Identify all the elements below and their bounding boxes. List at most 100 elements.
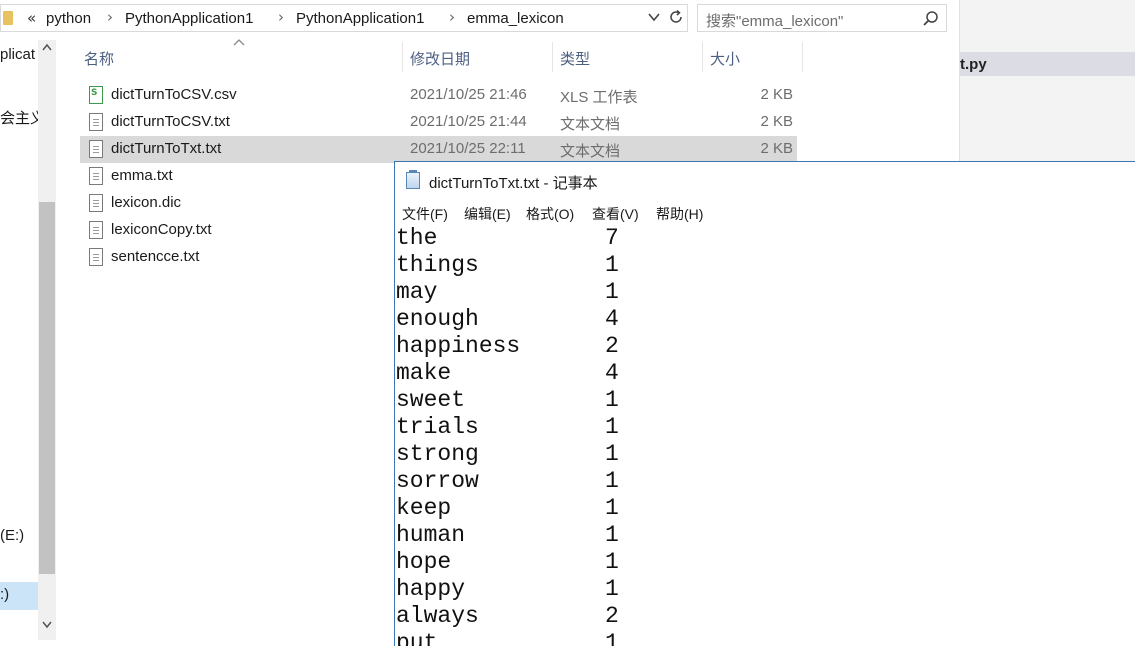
column-header-name[interactable]: 名称 [84,48,114,69]
menu-bar: 文件(F) 编辑(E) 格式(O) 查看(V) 帮助(H) [395,200,1135,225]
nav-item-drive-selected[interactable]: :) [0,582,38,610]
text-line: strong 1 [396,441,1135,468]
search-icon[interactable] [922,10,940,28]
window-title: dictTurnToTxt.txt - 记事本 [429,175,598,192]
chevron-right-icon[interactable]: › [107,8,113,26]
menu-format[interactable]: 格式(O) [526,204,574,224]
menu-file[interactable]: 文件(F) [402,204,448,224]
file-row[interactable]: dictTurnToCSV.txt 2021/10/25 21:44 文本文档 … [80,109,797,136]
file-date: 2021/10/25 22:11 [410,140,526,157]
text-line: enough 4 [396,306,1135,333]
count: 1 [605,441,619,467]
count: 1 [605,522,619,548]
count: 1 [605,414,619,440]
word: put [396,630,438,646]
word: make [396,360,452,386]
text-line: sorrow 1 [396,468,1135,495]
menu-help[interactable]: 帮助(H) [656,204,703,224]
word: keep [396,495,452,521]
word: enough [396,306,479,332]
text-line: human 1 [396,522,1135,549]
file-name: emma.txt [111,167,173,184]
count: 1 [605,387,619,413]
column-header-date[interactable]: 修改日期 [410,48,470,69]
file-type: XLS 工作表 [560,89,638,106]
text-file-icon [89,221,103,239]
breadcrumb-overflow-button[interactable]: « [27,9,36,27]
file-name: dictTurnToTxt.txt [111,140,222,157]
breadcrumb-item[interactable]: PythonApplication1 [296,10,424,27]
column-header-type[interactable]: 类型 [560,48,590,69]
address-bar[interactable]: « python › PythonApplication1 › PythonAp… [0,4,688,32]
notepad-title-bar[interactable]: dictTurnToTxt.txt - 记事本 [395,162,1135,199]
file-name: dictTurnToCSV.csv [111,86,237,103]
count: 1 [605,252,619,278]
text-line: trials 1 [396,414,1135,441]
file-type: 文本文档 [560,116,621,133]
column-divider[interactable] [702,42,703,72]
file-size: 2 KB [760,86,793,103]
file-size: 2 KB [760,113,793,130]
column-divider[interactable] [802,42,803,72]
notepad-window[interactable]: dictTurnToTxt.txt - 记事本 文件(F) 编辑(E) 格式(O… [394,161,1135,646]
text-line: sweet 1 [396,387,1135,414]
text-line: happiness 2 [396,333,1135,360]
word: hope [396,549,452,575]
search-input[interactable]: 搜索"emma_lexicon" [697,4,947,32]
file-name: sentencce.txt [111,248,200,265]
text-line: make 4 [396,360,1135,387]
chevron-right-icon[interactable]: › [449,8,455,26]
sort-ascending-icon [233,36,245,49]
text-line: the 7 [396,225,1135,252]
text-file-icon [89,167,103,185]
column-divider[interactable] [552,42,553,72]
word: strong [396,441,479,467]
file-row[interactable]: S dictTurnToCSV.csv 2021/10/25 21:46 XLS… [80,82,797,109]
breadcrumb-item-current[interactable]: emma_lexicon [467,10,564,27]
chevron-down-icon[interactable] [645,10,663,28]
scroll-down-icon[interactable] [38,618,56,634]
text-line: always 2 [396,603,1135,630]
word: happiness [396,333,521,359]
menu-view[interactable]: 查看(V) [592,204,639,224]
text-editor-area[interactable]: the 7 things 1 may 1 enough 4 happiness 2 mak… [396,225,1135,646]
nav-scrollbar[interactable] [38,40,56,640]
scrollbar-thumb[interactable] [39,202,55,574]
breadcrumb-item[interactable]: python [46,10,91,27]
file-row-selected[interactable]: dictTurnToTxt.txt 2021/10/25 22:11 文本文档 … [80,136,797,163]
chevron-right-icon[interactable]: › [278,8,284,26]
nav-item[interactable]: 会主义 [0,107,38,128]
nav-item[interactable]: plicat [0,46,38,63]
text-file-icon [89,248,103,266]
refresh-icon[interactable] [665,8,687,30]
count: 1 [605,576,619,602]
count: 2 [605,603,619,629]
menu-edit[interactable]: 编辑(E) [464,204,511,224]
breadcrumb-item[interactable]: PythonApplication1 [125,10,253,27]
text-file-icon [89,113,103,131]
word: things [396,252,479,278]
file-name: lexicon.dic [111,194,182,211]
text-line: hope 1 [396,549,1135,576]
file-size: 2 KB [760,140,793,157]
column-divider[interactable] [402,42,403,72]
file-date: 2021/10/25 21:46 [410,86,527,103]
count: 7 [605,225,619,251]
file-name: lexiconCopy.txt [111,221,212,238]
text-line: happy 1 [396,576,1135,603]
csv-file-icon: S [89,86,103,104]
count: 1 [605,279,619,305]
search-placeholder: 搜索"emma_lexicon" [706,13,844,30]
nav-item-drive[interactable]: (E:) [0,527,38,544]
text-line: things 1 [396,252,1135,279]
count: 1 [605,630,619,646]
file-name: dictTurnToCSV.txt [111,113,230,130]
word: happy [396,576,466,602]
word: the [396,225,438,251]
word: sweet [396,387,466,413]
scroll-up-icon[interactable] [38,42,56,58]
count: 1 [605,549,619,575]
column-header-size[interactable]: 大小 [710,48,740,69]
count: 4 [605,306,619,332]
text-line: put 1 [396,630,1135,646]
